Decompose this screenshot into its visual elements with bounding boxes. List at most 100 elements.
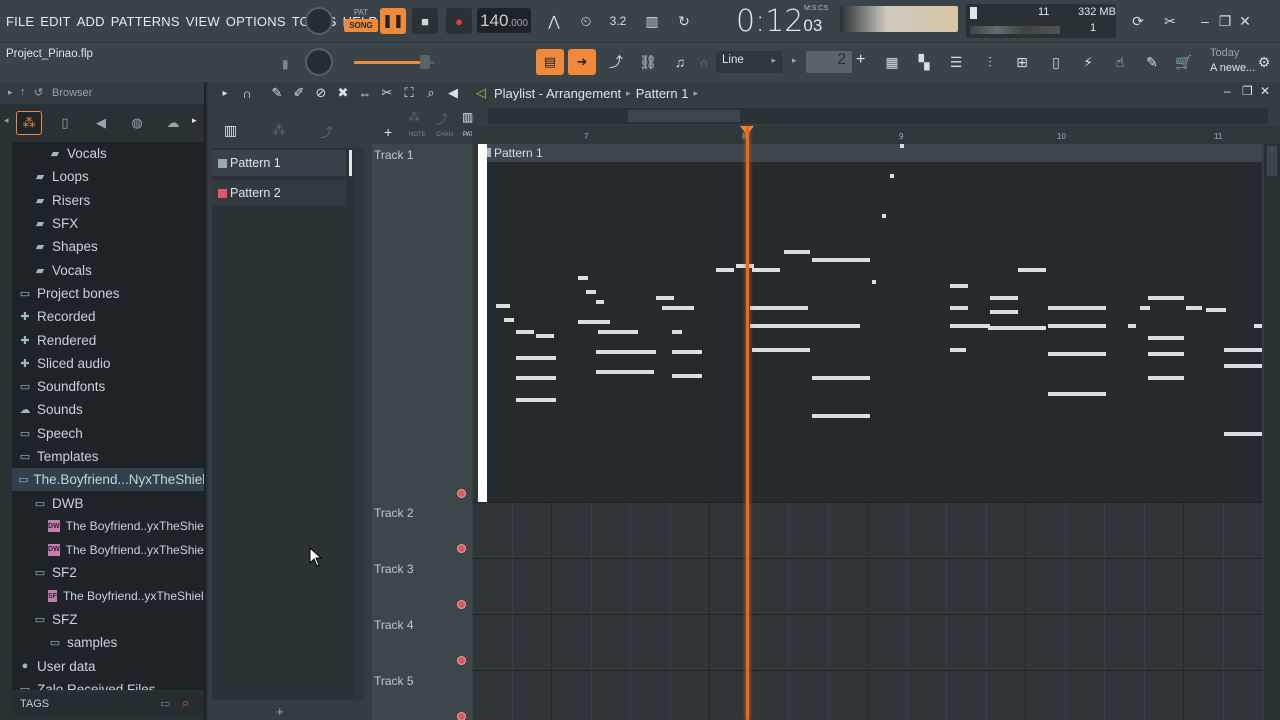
menu-file[interactable]: FILE — [6, 14, 34, 29]
touch-icon[interactable]: ☝ — [1106, 49, 1134, 75]
pattern-item-2[interactable]: Pattern 2 — [212, 180, 346, 206]
arrangement-grid[interactable]: Pattern 1 — [472, 144, 1262, 720]
track-record-icon[interactable] — [457, 489, 466, 498]
tab-cloud[interactable]: ☁ — [160, 111, 186, 135]
tab-plugins[interactable]: ◍ — [124, 111, 150, 135]
tabs-left-icon[interactable]: ◂ — [4, 115, 9, 126]
channel-rack-icon[interactable]: ☰ — [942, 49, 970, 75]
breadcrumb-pattern[interactable]: Pattern 1 — [636, 86, 689, 101]
browser-item[interactable]: ▭ Zalo Received Files — [12, 678, 204, 690]
pat-filter-icon[interactable]: ▥ — [462, 110, 473, 124]
add-icon[interactable]: + — [856, 51, 865, 69]
master-pitch-knob[interactable] — [305, 48, 333, 76]
cart-icon[interactable]: 🛒 — [1170, 49, 1198, 75]
tab-project[interactable]: ▯ — [52, 111, 78, 135]
browser-item[interactable]: ▭ SFZ — [12, 608, 204, 631]
plugin-icon[interactable]: ⚡ — [1074, 49, 1102, 75]
add-icon[interactable]: + — [276, 704, 284, 719]
prev-step-icon[interactable]: ▸ — [792, 55, 797, 66]
pattern-item-1[interactable]: Pattern 1 — [212, 150, 346, 176]
track-header[interactable]: Track 1 — [372, 148, 472, 162]
pattern-clip[interactable]: Pattern 1 — [478, 144, 1262, 502]
collapse-icon[interactable]: ▸ — [8, 87, 13, 98]
refresh-icon[interactable]: ⟳ — [1124, 8, 1152, 34]
playback-icon[interactable]: ◀ — [442, 82, 464, 104]
zoom-icon[interactable]: ⌕ — [420, 82, 442, 104]
track-record-icon[interactable] — [457, 544, 466, 553]
blend-notes-icon[interactable]: ▥ — [638, 8, 666, 34]
step-edit-button[interactable]: ➜ — [568, 49, 596, 75]
slip-icon[interactable]: ⇔ — [354, 82, 376, 104]
up-arrow-icon[interactable]: ↑ — [20, 86, 26, 98]
close-icon[interactable]: ✕ — [1236, 8, 1254, 34]
timeline-ruler[interactable]: 7 8 9 10 11 — [472, 126, 1280, 144]
paint-icon[interactable]: ✐ — [288, 82, 310, 104]
tempo-display[interactable]: 140 .000 — [477, 8, 531, 33]
collapse-icon[interactable]: ▸ — [214, 82, 236, 104]
piano-roll-icon[interactable]: ▚ — [910, 49, 938, 75]
browser-item[interactable]: ▭ Soundfonts — [12, 375, 204, 398]
menu-view[interactable]: VIEW — [186, 14, 220, 29]
browser-item[interactable]: ▰ Risers — [12, 189, 204, 212]
browser-item[interactable]: ▭ DWB — [12, 491, 204, 514]
toolbar-icon[interactable]: ✎ — [1138, 49, 1166, 75]
file-icon[interactable]: ▯ — [1042, 49, 1070, 75]
metronome-bell-icon[interactable]: ♫ — [666, 49, 694, 75]
tab-speaker[interactable]: ◀ — [88, 111, 114, 135]
horizontal-scrollbar[interactable] — [488, 108, 1268, 124]
track-header[interactable]: Track 2 — [372, 506, 472, 520]
master-slider-handle[interactable] — [420, 55, 430, 69]
stop-button[interactable]: ■ — [412, 8, 438, 34]
restore-icon[interactable]: ❐ — [1242, 84, 1253, 98]
select-icon[interactable]: ⛶ — [398, 82, 420, 104]
cut-tool-icon[interactable]: ✂ — [1156, 8, 1184, 34]
pattern-scrollbar[interactable] — [354, 148, 364, 700]
browser-item[interactable]: ▰ Shapes — [12, 235, 204, 258]
back-icon[interactable]: ↺ — [34, 86, 43, 99]
countdown-icon[interactable]: 3.2 — [604, 8, 632, 34]
browser-item[interactable]: ▰ SFX — [12, 212, 204, 235]
menu-options[interactable]: OPTIONS — [226, 14, 286, 29]
folder-icon[interactable]: ▭ — [160, 697, 170, 710]
close-icon[interactable]: ✕ — [1260, 84, 1270, 98]
browser-item[interactable]: ✚ Recorded — [12, 305, 204, 328]
pause-button[interactable]: ❚❚ — [380, 8, 406, 34]
pat-song-toggle[interactable]: PAT SONG — [344, 6, 378, 36]
tab-all[interactable]: ⁂ — [16, 111, 42, 135]
browser-item[interactable]: ▰ Vocals — [12, 258, 204, 281]
track-record-icon[interactable] — [457, 712, 466, 720]
browser-item[interactable]: DW The Boyfriend..yxTheShield) — [12, 515, 204, 538]
minimize-icon[interactable]: – — [1224, 84, 1231, 98]
browser-item[interactable]: ▭ SF2 — [12, 561, 204, 584]
track-record-icon[interactable] — [457, 600, 466, 609]
browser-item[interactable]: ▭ Templates — [12, 445, 204, 468]
chan-filter-icon[interactable]: ⤴ — [436, 110, 448, 127]
mixer-icon[interactable]: ⫶ — [976, 49, 1004, 75]
browser-item[interactable]: DW The Boyfriend..yxTheShield) — [12, 538, 204, 561]
scrollbar-thumb[interactable] — [628, 110, 740, 122]
browser-item[interactable]: ▰ Vocals — [12, 142, 204, 165]
track-header[interactable]: Track 4 — [372, 618, 472, 632]
browser-item[interactable]: ✚ Sliced audio — [12, 352, 204, 375]
news-icon[interactable]: ⚙ — [1250, 49, 1278, 75]
browser-item[interactable]: ▭ Project bones — [12, 282, 204, 305]
cpu-monitor[interactable]: 11 332 MB 1 — [966, 4, 1116, 38]
playhead[interactable] — [746, 126, 749, 720]
link-icon[interactable]: ⛓ — [634, 49, 662, 75]
loop-record-icon[interactable]: ↻ — [670, 8, 698, 34]
snap-selector[interactable]: Line ▸ — [716, 51, 782, 73]
browser-item[interactable]: ▭ Speech — [12, 422, 204, 445]
browser-item[interactable]: ☁ Sounds — [12, 398, 204, 421]
tabs-right-icon[interactable]: ▸ — [192, 115, 197, 126]
browser-item[interactable]: ● User data — [12, 655, 204, 678]
mute-icon[interactable]: ✖ — [332, 82, 354, 104]
track-header[interactable]: Track 5 — [372, 674, 472, 688]
piano-icon[interactable]: ▥ — [224, 122, 237, 139]
record-button[interactable]: ● — [446, 8, 472, 34]
pencil-curve-icon[interactable]: ⤴ — [602, 49, 630, 75]
add-pattern-icon[interactable]: + — [384, 124, 392, 140]
pencil-icon[interactable]: ✎ — [266, 82, 288, 104]
menu-add[interactable]: ADD — [77, 14, 105, 29]
search-icon[interactable]: ⌕ — [182, 695, 189, 711]
wait-input-icon[interactable]: ⏲ — [572, 8, 600, 34]
